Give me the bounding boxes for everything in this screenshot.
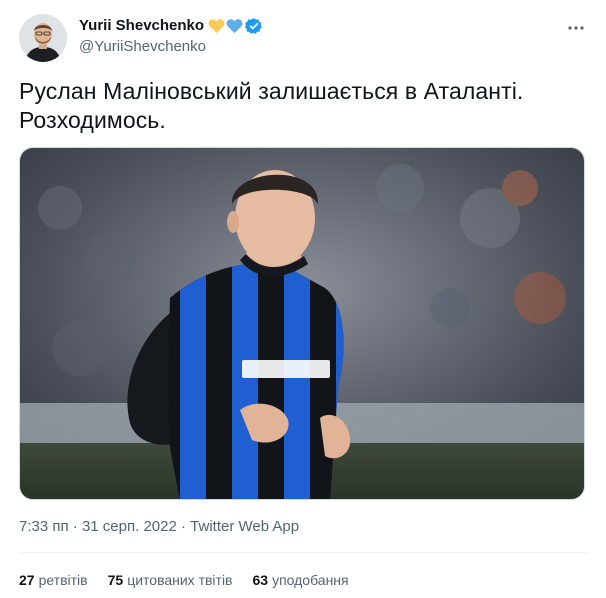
- blue-heart-icon: [226, 19, 243, 34]
- likes-label: уподобання: [272, 572, 349, 588]
- tweet-text-line-2: Розходимось.: [19, 107, 166, 133]
- tweet-photo[interactable]: [19, 147, 585, 500]
- tweet: Yurii Shevchenko @YuriiShevchenko Руслан…: [0, 0, 606, 598]
- verified-badge-icon: [245, 18, 262, 34]
- more-options-button[interactable]: [562, 14, 590, 42]
- tweet-text: Руслан Маліновський залишається в Аталан…: [19, 77, 589, 135]
- author-avatar[interactable]: [19, 14, 67, 62]
- tweet-time: 7:33 пп: [19, 518, 69, 535]
- tweet-stats: 27 ретвітів 75 цитованих твітів 63 уподобан…: [19, 571, 369, 589]
- quote-tweets-stat[interactable]: 75 цитованих твітів: [108, 571, 233, 589]
- author-handle[interactable]: @YuriiShevchenko: [79, 38, 206, 56]
- yellow-heart-icon: [208, 19, 225, 34]
- tweet-source-link[interactable]: Twitter Web App: [190, 518, 299, 535]
- retweets-count: 27: [19, 572, 35, 588]
- author-name-text: Yurii Shevchenko: [79, 17, 205, 34]
- avatar-image: [19, 14, 67, 62]
- tweet-timestamp-row: 7:33 пп · 31 серп. 2022 · Twitter Web Ap…: [19, 518, 299, 536]
- quote-tweets-label: цитованих твітів: [127, 572, 233, 588]
- tweet-time-link[interactable]: 7:33 пп · 31 серп. 2022: [19, 518, 181, 535]
- meta-separator: ·: [68, 518, 82, 535]
- divider: [19, 552, 589, 553]
- likes-stat[interactable]: 63 уподобання: [253, 571, 349, 589]
- tweet-date: 31 серп. 2022: [81, 518, 177, 535]
- quote-tweets-count: 75: [107, 572, 124, 588]
- retweets-stat[interactable]: 27 ретвітів: [19, 571, 88, 589]
- tweet-text-line-1: Руслан Маліновський залишається в Аталан…: [19, 78, 524, 104]
- meta-separator: ·: [181, 518, 191, 535]
- more-horizontal-icon: [568, 26, 584, 30]
- football-player-photo: [20, 148, 584, 499]
- author-name[interactable]: Yurii Shevchenko: [79, 17, 263, 35]
- retweets-label: ретвітів: [38, 572, 88, 588]
- likes-count: 63: [252, 572, 269, 588]
